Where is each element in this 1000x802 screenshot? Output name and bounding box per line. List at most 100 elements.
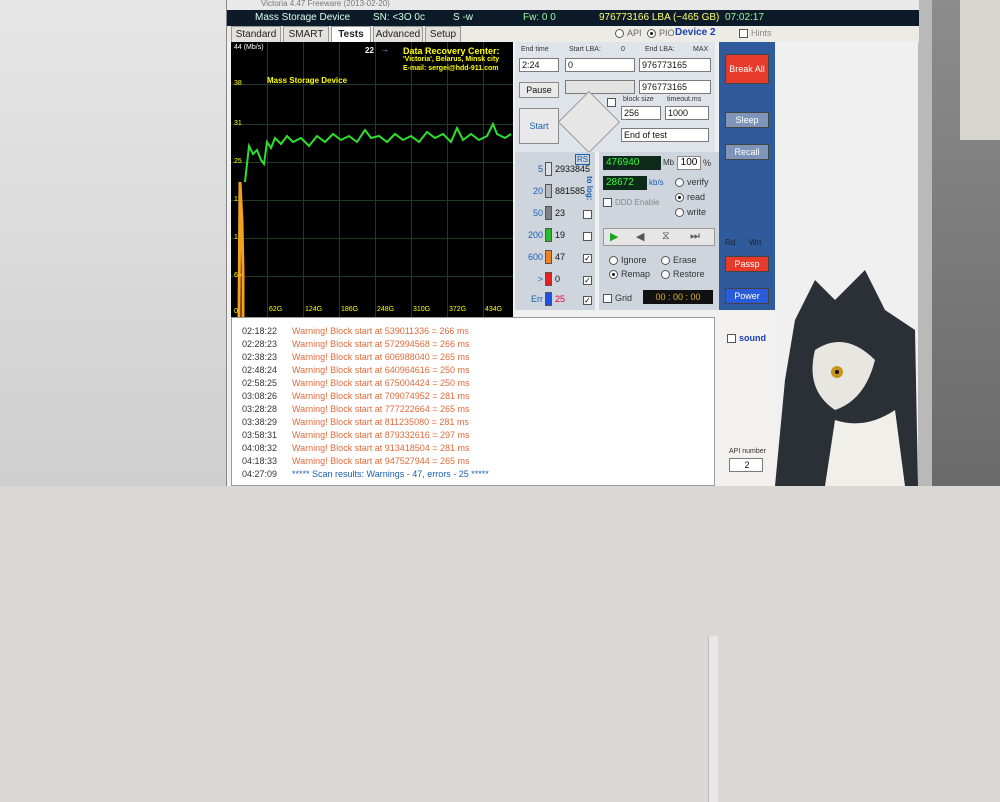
device-name: Mass Storage Device [255, 12, 351, 23]
pad-checkbox[interactable] [607, 98, 616, 107]
tab-smart[interactable]: SMART [283, 26, 329, 42]
speed-graph: 44 (Mb/s) 22 → 38 31 25 19 12 6,4 0 62G … [231, 42, 513, 317]
recall-button[interactable]: Recall [725, 144, 769, 160]
api-label: API [627, 28, 642, 38]
api-number-label: API number [729, 448, 766, 455]
end-lba-input-2[interactable]: 976773165 [639, 80, 711, 94]
start-lba-input[interactable]: 0 [565, 58, 635, 72]
drive-info-bar: Mass Storage Device SN: <3O 0c S -w Fw: … [227, 10, 919, 26]
end-lba-input[interactable]: 976773165 [639, 58, 711, 72]
log-scrollbar[interactable] [708, 636, 718, 802]
tab-standard[interactable]: Standard [231, 26, 281, 42]
remap-radio[interactable] [609, 270, 618, 279]
log-line: 02:28:23 Warning! Block start at 57299456… [242, 339, 470, 349]
end-time-input[interactable]: 2:24 [519, 58, 559, 72]
erase-radio[interactable] [661, 256, 670, 265]
sound-checkbox[interactable] [727, 334, 736, 343]
grid-label: Grid [615, 293, 633, 303]
end-icon[interactable]: ⏭ [690, 230, 700, 243]
desktop-strip [960, 0, 1000, 140]
log-600-checkbox[interactable]: ✓ [583, 254, 592, 263]
end-lba-label: End LBA: [645, 46, 675, 53]
to-log-label: to log: [585, 176, 594, 201]
scan-controls: End time Start LBA: 0 End LBA: MAX 2:24 … [515, 42, 715, 154]
play-icon[interactable]: ▶ [610, 230, 618, 243]
log-50-checkbox[interactable] [583, 210, 592, 219]
mb-counter: 476940 [603, 156, 661, 170]
speed-trace [237, 121, 512, 317]
sleep-button[interactable]: Sleep [725, 112, 769, 128]
start-lba-small: 0 [621, 46, 625, 53]
hints-checkbox[interactable] [739, 29, 748, 38]
right-control-panel: Break All Sleep Recall Rd Wrt Passp Powe… [719, 42, 775, 310]
timeout-select[interactable]: 1000 [665, 106, 709, 120]
serial-number: SN: <3O 0c [373, 12, 425, 23]
monitor-bezel [918, 0, 932, 486]
power-button[interactable]: Power [725, 288, 769, 304]
log-line: 04:18:33 Warning! Block start at 94752794… [242, 456, 470, 466]
log-line: 02:38:23 Warning! Block start at 60698804… [242, 352, 470, 362]
pause-button[interactable]: Pause [519, 82, 559, 98]
tab-bar: Standard SMART Tests Advanced Setup API … [227, 26, 919, 42]
api-radio[interactable] [615, 29, 624, 38]
window-title: Victoria 4.47 Freeware (2013-02-20) [227, 0, 919, 10]
log-200-checkbox[interactable] [583, 232, 592, 241]
verify-radio[interactable] [675, 178, 684, 187]
max-label[interactable]: MAX [693, 46, 708, 53]
log-line: 03:58:31 Warning! Block start at 87933261… [242, 430, 470, 440]
sound-label: sound [739, 333, 766, 343]
log-line: 02:58:25 Warning! Block start at 67500442… [242, 378, 470, 388]
device-number: Device 2 [675, 27, 716, 38]
log-line: 02:18:22 Warning! Block start at 53901133… [242, 326, 469, 336]
break-all-button[interactable]: Break All [725, 54, 769, 84]
api-number-input[interactable]: 2 [729, 458, 763, 472]
restore-radio[interactable] [661, 270, 670, 279]
ignore-label: Ignore [621, 255, 647, 265]
log-err-checkbox[interactable]: ✓ [583, 296, 592, 305]
read-radio[interactable] [675, 193, 684, 202]
log-line: 03:28:28 Warning! Block start at 77722266… [242, 404, 470, 414]
desktop-wallpaper-artwork [775, 270, 918, 486]
tab-setup[interactable]: Setup [425, 26, 461, 42]
ignore-radio[interactable] [609, 256, 618, 265]
current-lba-input[interactable] [565, 80, 635, 94]
end-time-label: End time [521, 46, 549, 53]
block-row-5: 5 2933845 [537, 162, 591, 176]
erase-label: Erase [673, 255, 697, 265]
grid-checkbox[interactable] [603, 294, 612, 303]
skip-icon[interactable]: ⧖ [662, 230, 670, 243]
percent-value: 100 [677, 156, 701, 170]
passp-button[interactable]: Passp [725, 256, 769, 272]
lba-count: 976773166 LBA (~465 GB) [599, 12, 720, 23]
restore-label: Restore [673, 269, 705, 279]
block-size-label: block size [623, 96, 654, 103]
hints-label: Hints [751, 28, 772, 38]
log-line: 02:48:24 Warning! Block start at 64096461… [242, 365, 470, 375]
start-button[interactable]: Start [519, 108, 559, 144]
log-line: 03:08:26 Warning! Block start at 70907495… [242, 391, 470, 401]
timeout-label: timeout.ms [667, 96, 702, 103]
read-label: read [687, 192, 706, 202]
start-lba-label: Start LBA: [569, 46, 601, 53]
rewind-icon[interactable]: ◀ [636, 230, 644, 243]
write-radio[interactable] [675, 208, 684, 217]
tab-advanced[interactable]: Advanced [373, 26, 423, 42]
stats-panel: 476940 Mb 100 % 28672 kb/s verify read D… [599, 152, 719, 310]
grid-timer: 00 : 00 : 00 [643, 290, 713, 304]
playback-controls: ▶ ◀ ⧖ ⏭ [603, 228, 715, 246]
tab-tests[interactable]: Tests [331, 26, 371, 42]
clock: 07:02:17 [725, 12, 764, 23]
ddd-label: DDD Enable [615, 198, 660, 207]
pio-radio[interactable] [647, 29, 656, 38]
block-row-20: 20 881585 [532, 184, 586, 198]
rd-label: Rd [725, 238, 736, 247]
end-of-test-select[interactable]: End of test [621, 128, 709, 142]
ddd-checkbox[interactable] [603, 198, 612, 207]
speed-unit: kb/s [649, 178, 664, 187]
verify-label: verify [687, 177, 709, 187]
block-size-select[interactable]: 256 [621, 106, 661, 120]
block-timing-panel: RS 5 2933845 20 881585 50 23 200 19 600 47 >0… [515, 152, 595, 310]
log-over-checkbox[interactable]: ✓ [583, 276, 592, 285]
pio-label: PIO [659, 28, 675, 38]
remap-label: Remap [621, 269, 651, 279]
